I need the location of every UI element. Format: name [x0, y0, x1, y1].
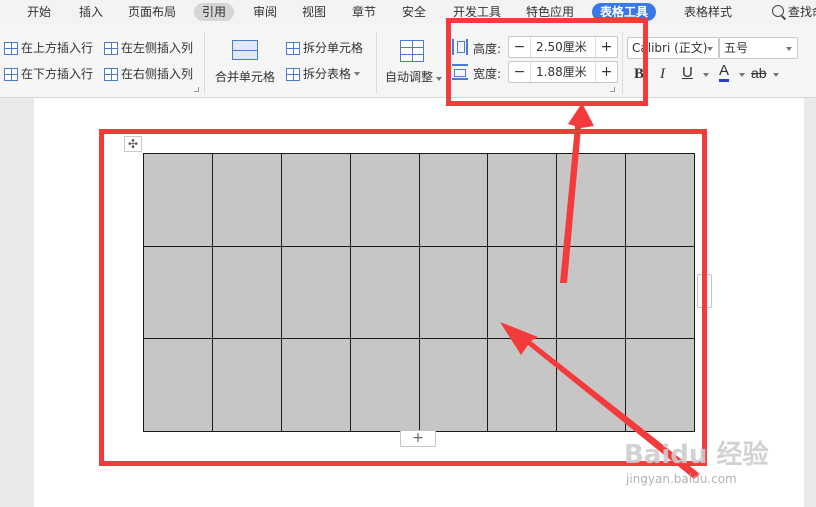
merge-cells-button[interactable]: 合并单元格	[210, 36, 280, 86]
chevron-down-icon[interactable]	[739, 73, 745, 77]
menu-view[interactable]: 视图	[302, 3, 326, 21]
menu-review[interactable]: 审阅	[253, 3, 277, 21]
menu-insert[interactable]: 插入	[79, 3, 103, 21]
ribbon-separator	[204, 32, 205, 94]
chevron-down-icon[interactable]	[773, 73, 779, 77]
underline-button[interactable]: U	[682, 63, 693, 83]
italic-button[interactable]: I	[660, 64, 665, 84]
split-cells-icon	[286, 41, 300, 55]
search-label[interactable]: 查找命	[788, 3, 816, 21]
highlight-button[interactable]: ab	[751, 63, 767, 83]
menu-table-style[interactable]: 表格样式	[684, 3, 732, 21]
font-color-button[interactable]: A	[719, 63, 730, 82]
insert-row-below-icon	[4, 67, 18, 81]
menu-bar: 开始 插入 页面布局 引用 审阅 视图 章节 安全 开发工具 特色应用 表格工具…	[0, 0, 816, 24]
menu-chapter[interactable]: 章节	[352, 3, 376, 21]
menu-references[interactable]: 引用	[194, 3, 235, 21]
group-launcher-icon[interactable]	[194, 87, 199, 92]
insert-col-right-button[interactable]: 在右侧插入列	[104, 64, 193, 84]
watermark-url: jingyan.baidu.com	[626, 472, 737, 486]
watermark-logo: Baidu 经验	[624, 440, 769, 470]
insert-col-left-icon	[104, 41, 118, 55]
insert-col-left-button[interactable]: 在左侧插入列	[104, 38, 193, 58]
table-highlight-box	[99, 129, 707, 466]
chevron-down-icon[interactable]	[703, 73, 709, 77]
ribbon-separator	[376, 32, 377, 94]
split-table-button[interactable]: 拆分表格	[286, 64, 361, 84]
size-highlight-box	[446, 18, 648, 106]
auto-fit-button[interactable]: 自动调整	[381, 36, 443, 86]
chevron-down-icon	[354, 72, 361, 76]
chevron-down-icon	[707, 47, 713, 51]
menu-security[interactable]: 安全	[402, 3, 426, 21]
auto-fit-icon	[400, 40, 424, 62]
chevron-down-icon	[786, 47, 792, 51]
font-size-select[interactable]: 五号	[719, 37, 798, 59]
insert-row-above-button[interactable]: 在上方插入行	[4, 38, 93, 58]
baidu-watermark: Baidu 经验 jingyan.baidu.com	[624, 434, 774, 498]
split-cells-button[interactable]: 拆分单元格	[286, 38, 363, 58]
insert-col-right-icon	[104, 67, 118, 81]
search-icon[interactable]	[772, 5, 784, 17]
menu-page-layout[interactable]: 页面布局	[128, 3, 176, 21]
chevron-down-icon	[436, 77, 443, 81]
merge-cells-icon	[232, 40, 258, 60]
split-table-icon	[286, 67, 300, 81]
menu-home[interactable]: 开始	[27, 3, 51, 21]
ribbon: 在上方插入行 在下方插入行 在左侧插入列 在右侧插入列 合并单元格 拆分单元格 …	[0, 24, 816, 98]
insert-row-above-icon	[4, 41, 18, 55]
insert-row-below-button[interactable]: 在下方插入行	[4, 64, 93, 84]
